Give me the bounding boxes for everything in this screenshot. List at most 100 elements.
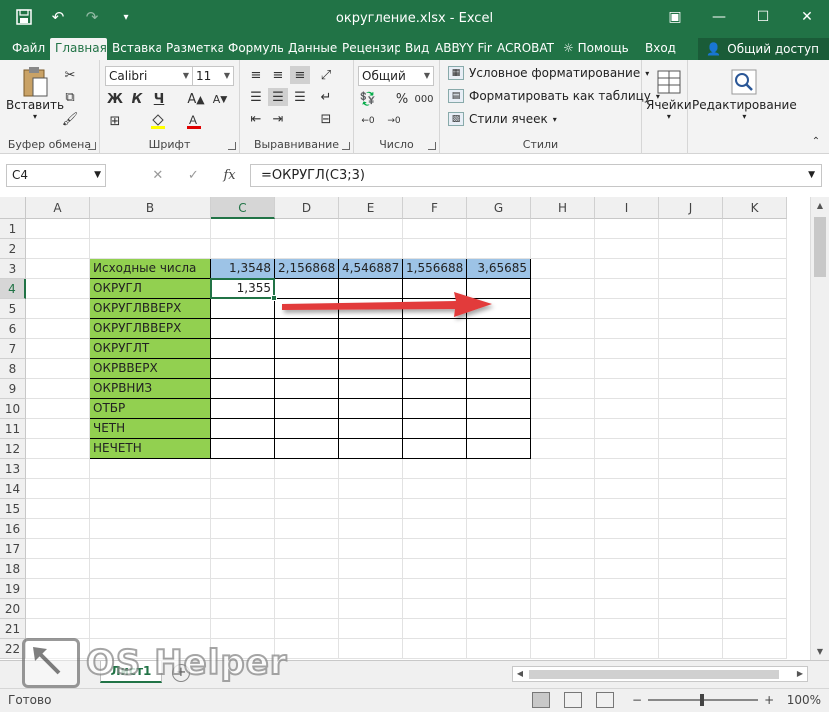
cell-a4[interactable] [26,279,90,299]
cell-j10[interactable] [659,399,723,419]
expand-formula-icon[interactable]: ▼ [808,165,815,186]
cell-b18[interactable] [90,559,211,579]
scroll-down-icon[interactable]: ▼ [811,643,829,660]
scroll-up-icon[interactable]: ▲ [811,197,829,214]
font-launcher-icon[interactable] [228,142,236,150]
cell-b11[interactable]: ЧЕТН [90,419,211,439]
cell-k2[interactable] [723,239,787,259]
cell-i21[interactable] [595,619,659,639]
cell-f12[interactable] [403,439,467,459]
cell-j18[interactable] [659,559,723,579]
column-header-d[interactable]: D [275,197,339,219]
cell-c17[interactable] [211,539,275,559]
cell-e10[interactable] [339,399,403,419]
cell-c9[interactable] [211,379,275,399]
tab-home[interactable]: Главная [50,38,107,60]
cell-h4[interactable] [531,279,595,299]
cell-b12[interactable]: НЕЧЕТН [90,439,211,459]
cell-e13[interactable] [339,459,403,479]
tab-formulas[interactable]: Формулы [223,38,283,60]
cell-b13[interactable] [90,459,211,479]
column-header-k[interactable]: K [723,197,787,219]
cell-f17[interactable] [403,539,467,559]
cell-a17[interactable] [26,539,90,559]
cell-a1[interactable] [26,219,90,239]
row-header-10[interactable]: 10 [0,399,26,419]
cell-d8[interactable] [275,359,339,379]
cell-h22[interactable] [531,639,595,659]
tab-abbyy[interactable]: ABBYY Fin [430,38,492,60]
cell-d17[interactable] [275,539,339,559]
cell-j17[interactable] [659,539,723,559]
cell-g14[interactable] [467,479,531,499]
cell-d19[interactable] [275,579,339,599]
cell-b19[interactable] [90,579,211,599]
cell-i15[interactable] [595,499,659,519]
merge-center-icon[interactable]: ⊟ [316,110,336,128]
cell-a11[interactable] [26,419,90,439]
cell-j12[interactable] [659,439,723,459]
cell-k18[interactable] [723,559,787,579]
cell-f20[interactable] [403,599,467,619]
borders-icon[interactable]: ⊞ [105,112,125,130]
cell-a6[interactable] [26,319,90,339]
cell-f11[interactable] [403,419,467,439]
column-header-a[interactable]: A [26,197,90,219]
column-header-f[interactable]: F [403,197,467,219]
scroll-right-icon[interactable]: ▶ [793,667,807,681]
row-header-21[interactable]: 21 [0,619,26,639]
cell-a9[interactable] [26,379,90,399]
cell-h18[interactable] [531,559,595,579]
cell-h15[interactable] [531,499,595,519]
cell-g13[interactable] [467,459,531,479]
paste-button[interactable]: Вставить ▾ [6,66,64,121]
cell-h16[interactable] [531,519,595,539]
cell-c6[interactable] [211,319,275,339]
cell-i7[interactable] [595,339,659,359]
cell-b2[interactable] [90,239,211,259]
align-bottom-icon[interactable]: ≡ [290,66,310,84]
insert-function-icon[interactable]: fx [223,168,235,183]
zoom-in-icon[interactable]: + [764,693,774,707]
cell-c12[interactable] [211,439,275,459]
horizontal-scrollbar[interactable]: ◀ ▶ [512,666,808,682]
cell-i8[interactable] [595,359,659,379]
alignment-launcher-icon[interactable] [342,142,350,150]
tab-sign-in[interactable]: Вход [640,38,678,60]
align-left-icon[interactable]: ☰ [246,88,266,106]
cell-c11[interactable] [211,419,275,439]
cell-i4[interactable] [595,279,659,299]
tab-data[interactable]: Данные [283,38,337,60]
cell-j9[interactable] [659,379,723,399]
cell-b5[interactable]: ОКРУГЛВВЕРХ [90,299,211,319]
cell-k19[interactable] [723,579,787,599]
cell-g2[interactable] [467,239,531,259]
cell-j3[interactable] [659,259,723,279]
column-header-i[interactable]: I [595,197,659,219]
page-layout-view-icon[interactable] [564,692,582,708]
spreadsheet-grid[interactable]: A B C D E F G H I J K 1 2 3 Исходные числа 1,3548 2,1568… [0,197,810,660]
column-header-b[interactable]: B [90,197,211,219]
cell-k4[interactable] [723,279,787,299]
zoom-slider[interactable]: − + [632,693,774,707]
cell-b20[interactable] [90,599,211,619]
cell-j14[interactable] [659,479,723,499]
cell-b16[interactable] [90,519,211,539]
cell-i20[interactable] [595,599,659,619]
cell-f2[interactable] [403,239,467,259]
cell-h5[interactable] [531,299,595,319]
cell-f22[interactable] [403,639,467,659]
cell-i14[interactable] [595,479,659,499]
cell-c15[interactable] [211,499,275,519]
cell-g22[interactable] [467,639,531,659]
cell-k11[interactable] [723,419,787,439]
cell-a13[interactable] [26,459,90,479]
cell-c10[interactable] [211,399,275,419]
cell-f21[interactable] [403,619,467,639]
cell-a16[interactable] [26,519,90,539]
cells-button[interactable]: Ячейки ▾ [646,66,692,121]
cell-g8[interactable] [467,359,531,379]
row-header-18[interactable]: 18 [0,559,26,579]
cell-h12[interactable] [531,439,595,459]
cell-e18[interactable] [339,559,403,579]
